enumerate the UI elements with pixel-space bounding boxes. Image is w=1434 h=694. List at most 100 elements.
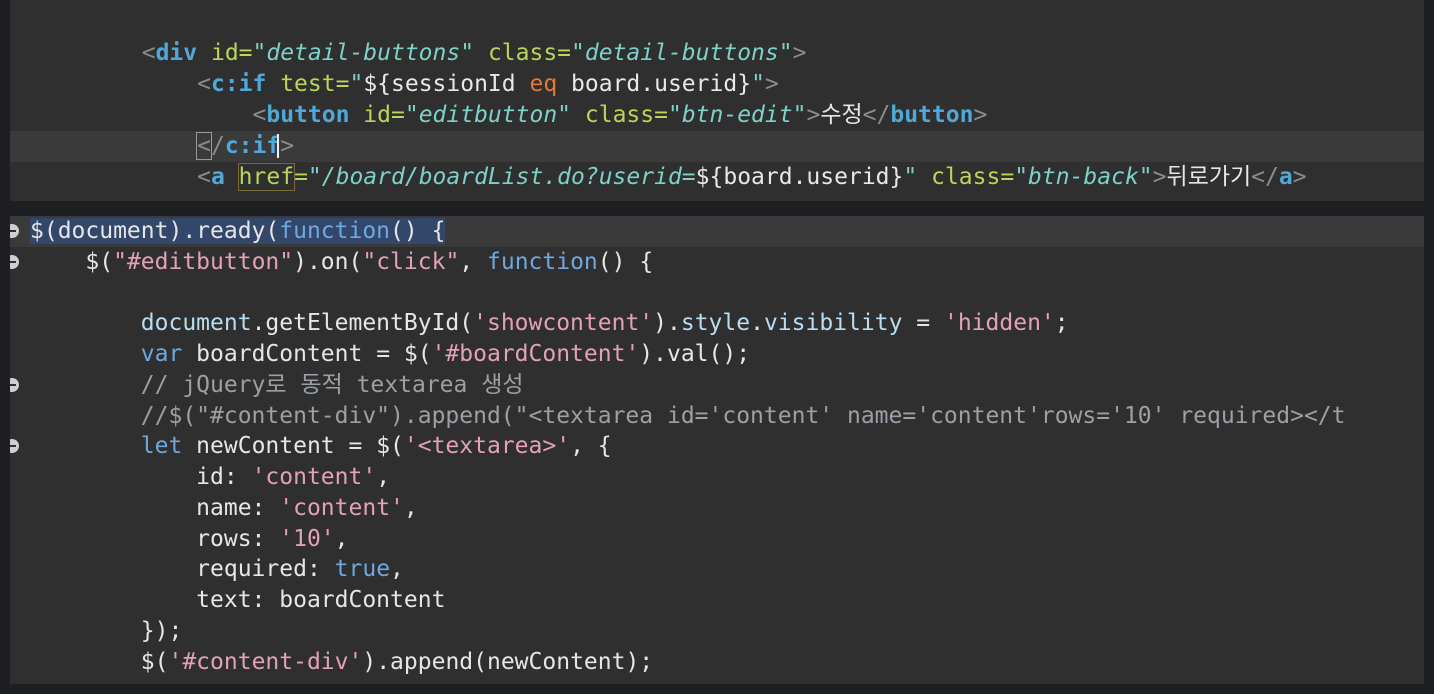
code-text: id: 'content', <box>30 462 390 493</box>
code-line[interactable]: let newContent = $('<textarea>', { <box>10 431 1424 462</box>
code-line[interactable]: var boardContent = $('#boardContent').va… <box>10 339 1424 370</box>
code-token: href <box>237 163 296 191</box>
code-line[interactable]: <div id="detail-buttons" class="detail-b… <box>10 38 1424 69</box>
code-token: ). <box>653 310 681 336</box>
code-line-current[interactable]: </c:if> <box>10 131 1424 162</box>
code-token: "#editbutton" <box>113 249 294 275</box>
code-token: id: <box>196 464 252 490</box>
code-token: name: <box>196 495 280 521</box>
code-line[interactable]: <c:if test="${sessionId eq board.userid}… <box>10 69 1424 100</box>
code-token: c:if <box>210 71 267 97</box>
code-line[interactable]: required: true, <box>10 554 1424 585</box>
code-token: $(document).ready( <box>30 218 280 244</box>
code-token: ).val(); <box>639 341 751 367</box>
code-text: // jQuery로 동적 textarea 생성 <box>30 370 524 401</box>
code-token: style <box>680 310 751 336</box>
code-token: //$("#content-div").append("<textarea id… <box>140 403 1346 429</box>
code-line[interactable]: id: 'content', <box>10 462 1424 493</box>
code-text: <c:if test="${sessionId eq board.userid}… <box>114 69 779 100</box>
js-editor-pane[interactable]: $(document).ready(function() { $("#editb… <box>10 216 1424 684</box>
code-token: , { <box>570 433 612 459</box>
fold-toggle-icon[interactable] <box>10 439 19 453</box>
code-token: 'content' <box>279 495 404 521</box>
code-token: class= <box>487 40 572 66</box>
code-token: , <box>390 556 404 582</box>
code-token: id= <box>210 40 253 66</box>
code-line[interactable]: text: boardContent <box>10 585 1424 616</box>
code-token: function <box>487 249 598 275</box>
code-token: required: <box>196 556 335 582</box>
code-text: $("#editbutton").on("click", function() … <box>30 247 653 278</box>
code-token: eq <box>529 71 558 97</box>
code-token: ; <box>1054 310 1069 336</box>
code-line[interactable]: <button id="editbutton" class="btn-edit"… <box>10 100 1424 131</box>
code-token: 'hidden' <box>943 310 1055 336</box>
code-line[interactable]: $("#editbutton").on("click", function() … <box>10 247 1424 278</box>
fold-toggle-icon[interactable] <box>10 224 19 238</box>
code-text: $('#content-div').append(newContent); <box>30 647 653 678</box>
code-token: < <box>197 71 211 97</box>
code-token: ${board.userid} <box>695 164 904 190</box>
code-token: , <box>334 526 349 552</box>
code-token: > <box>806 102 821 128</box>
code-token: () { <box>597 249 654 275</box>
code-token: $( <box>140 649 169 675</box>
code-token: "editbutton" <box>404 102 572 128</box>
code-token: let <box>140 433 183 459</box>
fold-toggle-icon[interactable] <box>10 378 19 392</box>
code-token: id= <box>363 102 405 128</box>
code-token: test= <box>280 71 350 97</box>
code-token: var <box>140 341 183 367</box>
code-line[interactable] <box>10 278 1424 309</box>
code-line[interactable]: name: 'content', <box>10 493 1424 524</box>
code-token: " <box>903 164 918 190</box>
code-token: > <box>1152 164 1167 190</box>
code-token: true <box>334 556 391 582</box>
code-token: . <box>750 310 764 336</box>
code-token: > <box>1292 164 1307 190</box>
code-token: </ <box>862 102 891 128</box>
code-token: document <box>140 310 252 336</box>
code-token: boardContent = $( <box>182 341 432 367</box>
code-token: 수정 <box>820 102 863 128</box>
text-caret <box>277 134 279 158</box>
code-token: a <box>1278 164 1293 190</box>
code-line[interactable]: //$("#content-div").append("<textarea id… <box>10 401 1424 432</box>
code-line[interactable]: rows: '10', <box>10 524 1424 555</box>
code-token: "/board/boardList.do?userid= <box>307 164 696 190</box>
code-token: () { <box>390 218 446 244</box>
code-token: rows: <box>196 526 280 552</box>
code-token: $( <box>85 249 114 275</box>
html-editor-pane[interactable]: <div id="detail-buttons" class="detail-b… <box>10 0 1424 201</box>
code-token: "click" <box>362 249 460 275</box>
code-token: button <box>266 102 350 128</box>
code-token: div <box>155 40 198 66</box>
code-token: "detail-buttons" <box>571 40 793 66</box>
code-token: "btn-back" <box>1014 164 1153 190</box>
code-line[interactable]: <a href="/board/boardList.do?userid=${bo… <box>10 162 1424 193</box>
code-line[interactable]: $('#content-div').append(newContent); <box>10 647 1424 678</box>
code-token: = <box>294 164 308 190</box>
code-token: // jQuery로 동적 textarea 생성 <box>140 372 524 398</box>
code-token: 뒤로가기 <box>1166 164 1252 190</box>
code-token: '#content-div' <box>168 649 363 675</box>
code-line[interactable]: document.getElementById('showcontent').s… <box>10 308 1424 339</box>
code-line[interactable]: }); <box>10 616 1424 647</box>
code-text: rows: '10', <box>30 524 349 555</box>
code-line[interactable]: // jQuery로 동적 textarea 생성 <box>10 370 1424 401</box>
code-token: board.userid} <box>557 71 752 97</box>
code-line-current[interactable]: $(document).ready(function() { <box>10 216 1424 247</box>
code-text: required: true, <box>30 554 404 585</box>
fold-toggle-icon[interactable] <box>10 255 19 269</box>
